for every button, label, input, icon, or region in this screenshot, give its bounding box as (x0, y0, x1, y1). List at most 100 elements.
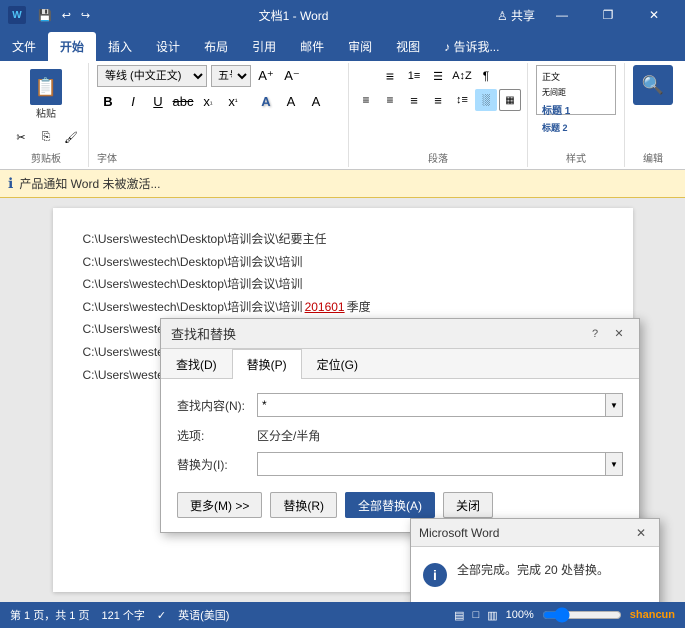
align-left-button[interactable]: ≡ (355, 89, 377, 111)
doc-line-1: C:\Users\westech\Desktop\培训会议\纪要主任 (83, 229, 603, 251)
highlight-button[interactable]: A (280, 90, 302, 112)
font-name-select[interactable]: 等线 (中文正文) (97, 65, 207, 87)
paste-button[interactable]: 📋 粘贴 (26, 65, 66, 124)
style-normal[interactable]: 正文 (540, 69, 612, 84)
view-normal-icon[interactable]: ▤ (454, 609, 464, 622)
tab-home[interactable]: 开始 (48, 32, 96, 61)
spell-check-icon: ✓ (157, 609, 166, 622)
dialog-buttons: 更多(M) >> 替换(R) 全部替换(A) 关闭 (177, 492, 623, 518)
replace-all-button[interactable]: 全部替换(A) (345, 492, 435, 518)
style-heading2[interactable]: 标题 2 (540, 120, 612, 135)
more-button[interactable]: 更多(M) >> (177, 492, 262, 518)
msgbox-body: i 全部完成。完成 20 处替换。 (411, 547, 659, 601)
word-count: 121 个字 (101, 607, 144, 623)
minimize-button[interactable]: — (539, 0, 585, 30)
status-right: ▤ □ ▥ 100% shancun (454, 607, 675, 623)
copy-button[interactable]: ⎘ (35, 126, 57, 148)
styles-label: 样式 (566, 148, 586, 165)
styles-gallery[interactable]: 正文 无间距 标题 1 标题 2 (536, 65, 616, 115)
zoom-slider[interactable] (542, 607, 622, 623)
paragraph-group: ≡ 1≡ ☰ A↕Z ¶ ≡ ≡ ≡ ≡ ↕≡ ░ ▦ 段落 (349, 63, 528, 167)
share-button[interactable]: ♙ 共享 (493, 0, 539, 30)
line-spacing-button[interactable]: ↕≡ (451, 89, 473, 111)
bold-button[interactable]: B (97, 90, 119, 112)
align-right-button[interactable]: ≡ (403, 89, 425, 111)
view-web-icon[interactable]: ▥ (487, 609, 497, 622)
font-size-select[interactable]: 五号 10 12 (211, 65, 251, 87)
styles-group: 正文 无间距 标题 1 标题 2 样式 (528, 63, 625, 167)
find-input[interactable] (257, 393, 605, 417)
search-edit-button[interactable]: 🔍 (633, 65, 673, 105)
options-value: 区分全/半角 (257, 427, 320, 444)
superscript-button[interactable]: x¹ (222, 90, 244, 112)
tab-view[interactable]: 视图 (384, 32, 432, 61)
italic-button[interactable]: I (122, 90, 144, 112)
close-button[interactable]: ✕ (631, 0, 677, 30)
find-label: 查找内容(N): (177, 397, 257, 414)
style-no-spacing[interactable]: 无间距 (540, 86, 612, 99)
tab-file[interactable]: 文件 (0, 32, 48, 61)
tab-references[interactable]: 引用 (240, 32, 288, 61)
save-btn[interactable]: 💾 (34, 7, 56, 24)
tab-design[interactable]: 设计 (144, 32, 192, 61)
shading-button[interactable]: ░ (475, 89, 497, 111)
search-icon: 🔍 (642, 75, 664, 96)
sort-button[interactable]: A↕Z (451, 65, 473, 87)
restore-button[interactable]: ❐ (585, 0, 631, 30)
multilevel-button[interactable]: ☰ (427, 65, 449, 87)
find-replace-dialog: 查找和替换 ? ✕ 查找(D) 替换(P) 定位(G) 查找内容(N): ▼ (160, 318, 640, 533)
cut-button[interactable]: ✂ (10, 126, 32, 148)
message-box: Microsoft Word ✕ i 全部完成。完成 20 处替换。 确定 (410, 518, 660, 602)
editing-group: 🔍 编辑 (625, 63, 681, 167)
numbering-button[interactable]: 1≡ (403, 65, 425, 87)
tab-mail[interactable]: 邮件 (288, 32, 336, 61)
paragraph-label: 段落 (428, 148, 448, 165)
replace-field-row: 替换为(I): ▼ (177, 452, 623, 476)
align-center-button[interactable]: ≡ (379, 89, 401, 111)
replace-input-wrapper: ▼ (257, 452, 623, 476)
notification-icon: ℹ (8, 175, 13, 192)
font-color-button[interactable]: A (305, 90, 327, 112)
highlight-201601: 201601 (305, 297, 345, 319)
tab-review[interactable]: 审阅 (336, 32, 384, 61)
language: 英语(美国) (178, 607, 229, 623)
font-label: 字体 (97, 148, 340, 165)
dialog-tab-find[interactable]: 查找(D) (161, 349, 232, 379)
notification-bar: ℹ 产品通知 Word 未被激活... (0, 170, 685, 198)
doc-line-4: C:\Users\westech\Desktop\培训会议\培训 201601 … (83, 297, 603, 319)
bullets-button[interactable]: ≡ (379, 65, 401, 87)
subscript-button[interactable]: x₁ (197, 90, 219, 112)
replace-dropdown-btn[interactable]: ▼ (605, 452, 623, 476)
format-painter-button[interactable]: 🖌 (60, 126, 82, 148)
increase-font-button[interactable]: A⁺ (255, 65, 277, 87)
decrease-font-button[interactable]: A⁻ (281, 65, 303, 87)
window-controls: ♙ 共享 — ❐ ✕ (493, 0, 677, 30)
borders-button[interactable]: ▦ (499, 89, 521, 111)
tab-tell-me[interactable]: ♪ 告诉我... (432, 32, 511, 61)
dialog-tab-goto[interactable]: 定位(G) (302, 349, 373, 379)
replace-input[interactable] (257, 452, 605, 476)
quick-access-toolbar: 💾 ↩ ↪ (34, 7, 94, 24)
text-effect-button[interactable]: A (255, 90, 277, 112)
find-dropdown-btn[interactable]: ▼ (605, 393, 623, 417)
strikethrough-button[interactable]: abc (172, 90, 194, 112)
style-heading1[interactable]: 标题 1 (540, 101, 612, 118)
dialog-help-button[interactable]: ? (585, 325, 605, 343)
replace-button[interactable]: 替换(R) (270, 492, 337, 518)
justify-button[interactable]: ≡ (427, 89, 449, 111)
title-bar-left: W 💾 ↩ ↪ (8, 6, 94, 24)
show-marks-button[interactable]: ¶ (475, 65, 497, 87)
redo-btn[interactable]: ↪ (77, 7, 94, 24)
msgbox-close-button[interactable]: ✕ (631, 523, 651, 543)
dialog-close-button[interactable]: ✕ (609, 325, 629, 343)
zoom-level: 100% (506, 609, 534, 621)
underline-button[interactable]: U (147, 90, 169, 112)
view-read-icon[interactable]: □ (473, 609, 480, 621)
tab-insert[interactable]: 插入 (96, 32, 144, 61)
dialog-title: 查找和替换 (171, 324, 585, 343)
cancel-button[interactable]: 关闭 (443, 492, 493, 518)
tab-layout[interactable]: 布局 (192, 32, 240, 61)
undo-btn[interactable]: ↩ (58, 7, 75, 24)
dialog-tab-replace[interactable]: 替换(P) (232, 349, 302, 379)
msgbox-title: Microsoft Word (419, 526, 631, 540)
